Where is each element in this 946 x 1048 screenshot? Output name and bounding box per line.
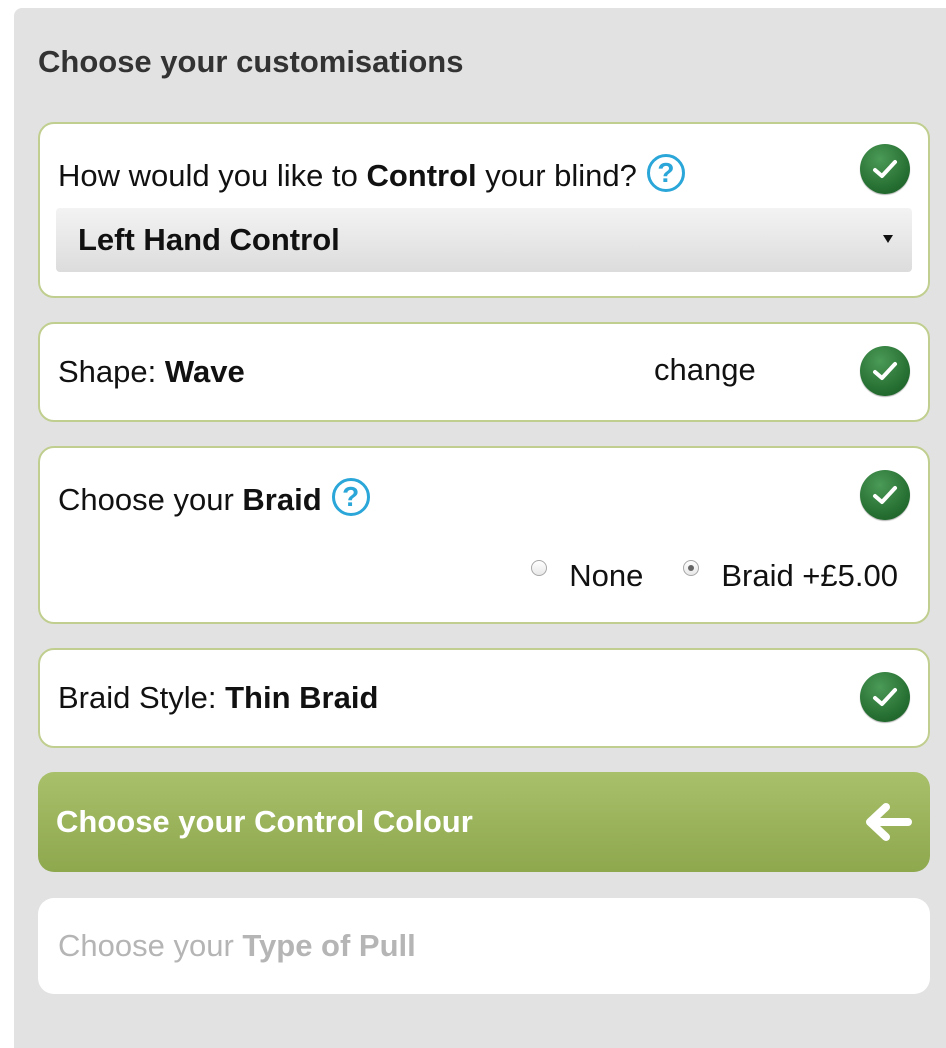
control-colour-label: Choose your Control Colour <box>56 804 473 839</box>
braid-option-braid[interactable]: Braid +£5.00 <box>683 558 898 594</box>
braid-option-none[interactable]: None <box>531 558 643 594</box>
arrow-left-icon <box>866 803 912 841</box>
type-of-pull-step: Choose your Type of Pull <box>38 898 930 994</box>
panel-title: Choose your customisations <box>38 44 464 79</box>
braid-step-card: Choose your Braid? None Braid +£5.00 <box>38 446 930 624</box>
check-icon <box>860 470 910 520</box>
check-icon <box>860 672 910 722</box>
braid-options: None Braid +£5.00 <box>491 558 898 594</box>
check-icon <box>860 346 910 396</box>
radio-button[interactable] <box>683 560 700 576</box>
control-question: How would you like to Control your blind… <box>58 154 685 194</box>
radio-button[interactable] <box>531 560 548 576</box>
type-of-pull-label: Choose your Type of Pull <box>58 928 416 963</box>
control-colour-step[interactable]: Choose your Control Colour <box>38 772 930 872</box>
caret-down-icon <box>883 235 893 243</box>
braid-style-step-card: Braid Style: Thin Braid <box>38 648 930 748</box>
check-icon <box>860 144 910 194</box>
shape-label: Shape: Wave <box>58 354 245 389</box>
control-step-card: How would you like to Control your blind… <box>38 122 930 298</box>
change-shape-link[interactable]: change <box>654 352 756 388</box>
help-icon[interactable]: ? <box>331 478 370 516</box>
braid-style-label: Braid Style: Thin Braid <box>58 680 379 715</box>
help-icon[interactable]: ? <box>646 154 685 192</box>
control-select-value: Left Hand Control <box>78 222 340 257</box>
shape-step-card: Shape: Wave change <box>38 322 930 422</box>
braid-label: Choose your Braid? <box>58 478 370 518</box>
control-select[interactable]: Left Hand Control <box>56 208 912 272</box>
